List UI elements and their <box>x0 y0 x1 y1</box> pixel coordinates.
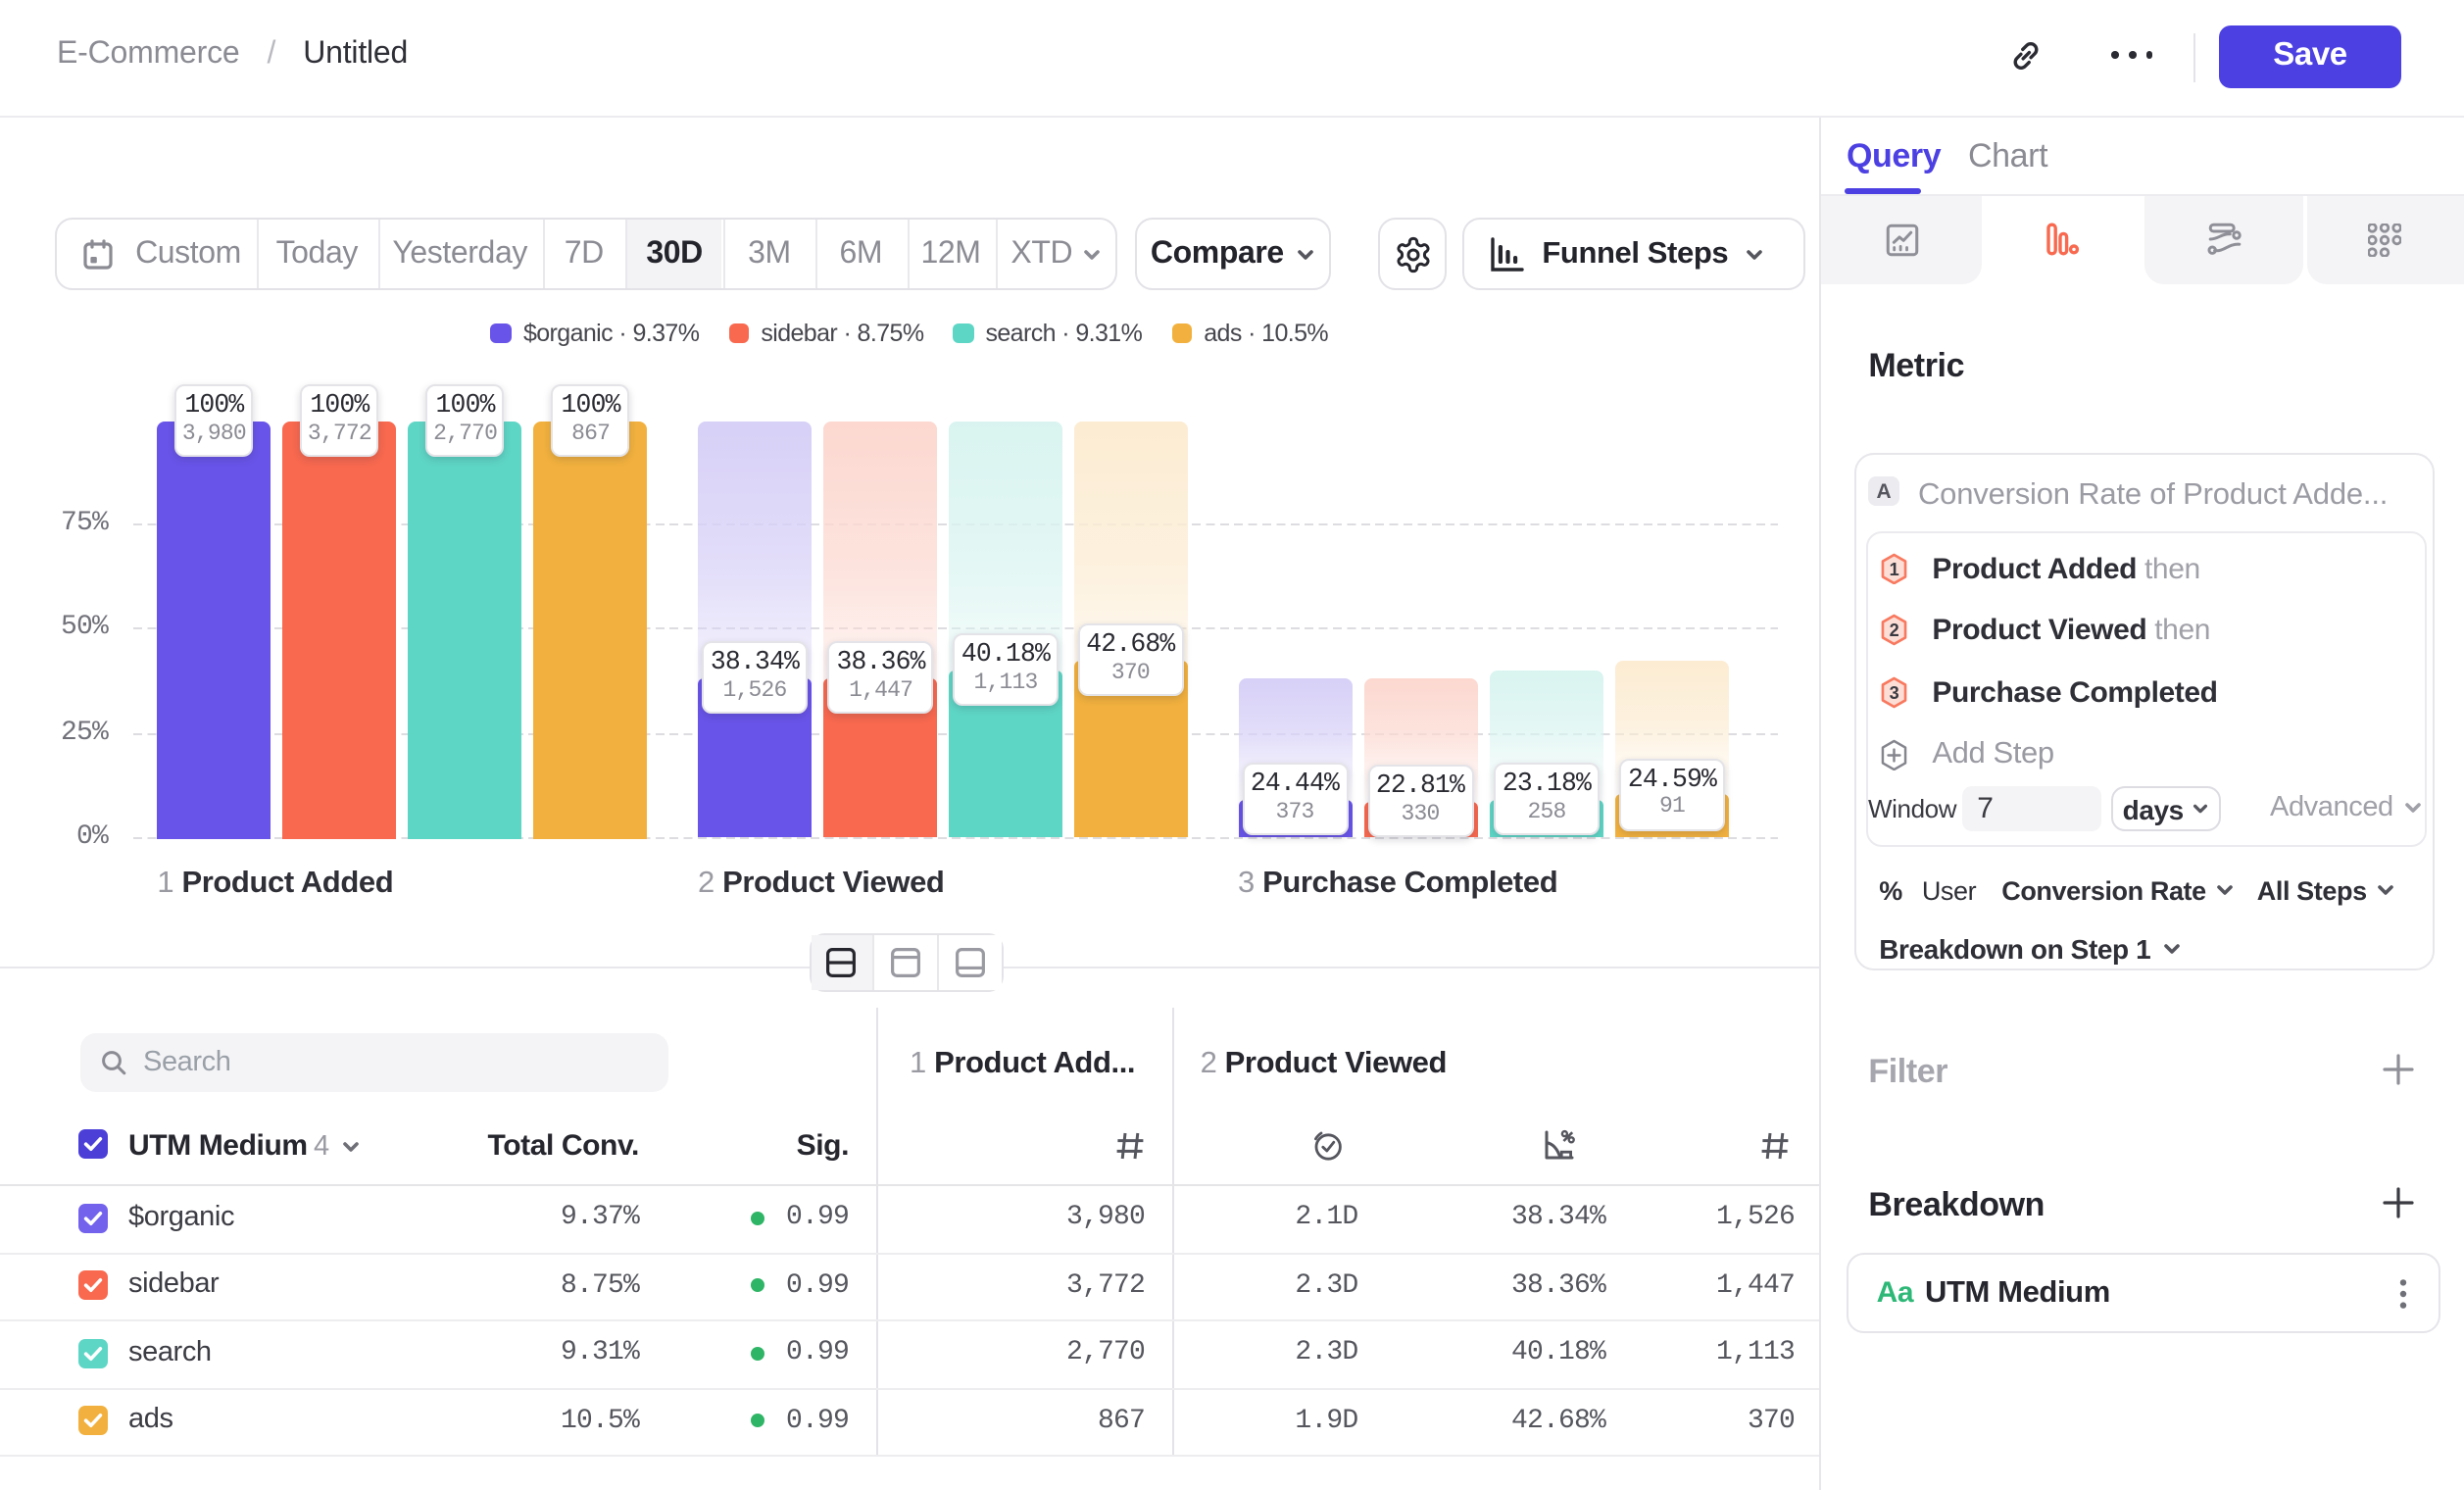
svg-text:1: 1 <box>1890 560 1899 579</box>
svg-text:2: 2 <box>1890 621 1899 641</box>
svg-text:3: 3 <box>1890 683 1899 703</box>
